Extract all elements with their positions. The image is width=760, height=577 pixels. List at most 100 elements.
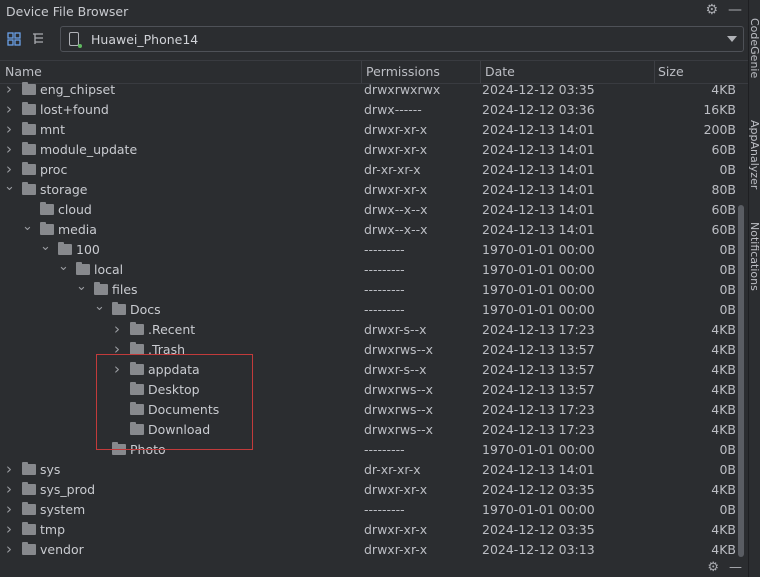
minimize-icon[interactable]: — [728,2,742,18]
folder-icon [22,502,36,515]
table-row[interactable]: › mnt drwxr-xr-x 2024-12-13 14:01 200B [0,120,740,140]
table-row[interactable]: › proc dr-xr-xr-x 2024-12-13 14:01 0B [0,160,740,180]
file-permissions: drwxrws--x [364,422,433,437]
table-row[interactable]: › tmp drwxr-xr-x 2024-12-12 03:35 4KB [0,520,740,540]
window-title: Device File Browser [6,3,129,19]
chevron-right-icon[interactable]: › [4,480,14,500]
chevron-right-icon[interactable]: › [4,540,14,560]
file-name: vendor [40,542,84,557]
file-name: Desktop [148,382,200,397]
file-size: 4KB [711,422,736,437]
folder-icon [40,222,54,235]
file-name: local [94,262,124,277]
folder-icon [130,422,144,435]
flatten-view-icon[interactable] [4,29,24,49]
table-row[interactable]: ⌄ 100 --------- 1970-01-01 00:00 0B [0,240,740,260]
file-date: 2024-12-13 14:01 [482,142,595,157]
table-row[interactable]: ⌄ local --------- 1970-01-01 00:00 0B [0,260,740,280]
table-row[interactable]: › sys_prod drwxr-xr-x 2024-12-12 03:35 4KB [0,480,740,500]
file-date: 1970-01-01 00:00 [482,282,595,297]
chevron-right-icon[interactable]: › [4,80,14,100]
chevron-down-icon[interactable]: ⌄ [94,300,105,320]
chevron-down-icon[interactable]: ⌄ [4,180,15,200]
file-size: 4KB [711,342,736,357]
folder-icon [130,382,144,395]
file-date: 2024-12-13 17:23 [482,322,595,337]
file-size: 0B [719,302,736,317]
file-size: 4KB [711,542,736,557]
file-permissions: --------- [364,282,405,297]
table-row[interactable]: cloud drwx--x--x 2024-12-13 14:01 60B [0,200,740,220]
chevron-right-icon[interactable]: › [4,460,14,480]
side-tool-strip: CodeGenie AppAnalyzer Notifications [748,0,760,577]
side-tab-appanalyzer[interactable]: AppAnalyzer [748,120,760,189]
file-permissions: drwx------ [364,102,422,117]
chevron-down-icon[interactable]: ⌄ [76,280,87,300]
chevron-right-icon[interactable]: › [112,340,122,360]
table-row[interactable]: › eng_chipset drwxrwxrwx 2024-12-12 03:35 4K… [0,80,740,100]
table-row[interactable]: › .Recent drwxr-s--x 2024-12-13 17:23 4KB [0,320,740,340]
chevron-right-icon[interactable]: › [112,320,122,340]
chevron-right-icon[interactable]: › [4,520,14,540]
file-permissions: --------- [364,262,405,277]
table-row[interactable]: Download drwxrws--x 2024-12-13 17:23 4KB [0,420,740,440]
chevron-right-icon[interactable]: › [112,360,122,380]
gear-icon[interactable]: ⚙ [707,560,719,575]
folder-icon [130,342,144,355]
file-name: .Trash [148,342,186,357]
file-permissions: drwxr-xr-x [364,482,428,497]
file-size: 0B [719,282,736,297]
chevron-down-icon[interactable] [727,36,737,42]
file-name: Docs [130,302,161,317]
file-date: 2024-12-12 03:36 [482,102,595,117]
table-row[interactable]: › system --------- 1970-01-01 00:00 0B [0,500,740,520]
table-row[interactable]: › .Trash drwxrws--x 2024-12-13 13:57 4KB [0,340,740,360]
gear-icon[interactable]: ⚙ [705,2,718,18]
table-row[interactable]: Desktop drwxrws--x 2024-12-13 13:57 4KB [0,380,740,400]
file-name: storage [40,182,88,197]
table-row[interactable]: Photo --------- 1970-01-01 00:00 0B [0,440,740,460]
file-size: 0B [719,442,736,457]
file-permissions: drwxr-xr-x [364,542,428,557]
file-size: 4KB [711,82,736,97]
file-name: system [40,502,86,517]
file-size: 4KB [711,362,736,377]
file-name: proc [40,162,68,177]
chevron-right-icon[interactable]: › [4,120,14,140]
phone-icon [69,32,82,48]
device-selector[interactable]: Huawei_Phone14 [60,26,744,52]
file-date: 1970-01-01 00:00 [482,242,595,257]
file-name: Documents [148,402,220,417]
chevron-down-icon[interactable]: ⌄ [40,240,51,260]
file-permissions: dr-xr-xr-x [364,162,421,177]
folder-icon [22,122,36,135]
chevron-right-icon[interactable]: › [4,100,14,120]
file-permissions: drwxr-xr-x [364,182,428,197]
side-tab-codegenie[interactable]: CodeGenie [748,18,760,78]
file-name: sys [40,462,61,477]
table-row[interactable]: Documents drwxrws--x 2024-12-13 17:23 4KB [0,400,740,420]
table-row[interactable]: › sys dr-xr-xr-x 2024-12-13 14:01 0B [0,460,740,480]
chevron-right-icon[interactable]: › [4,140,14,160]
side-tab-notifications[interactable]: Notifications [748,222,760,291]
minimize-icon[interactable]: — [729,560,742,575]
chevron-right-icon[interactable]: › [4,160,14,180]
file-date: 2024-12-13 13:57 [482,342,595,357]
table-row[interactable]: ⌄ Docs --------- 1970-01-01 00:00 0B [0,300,740,320]
table-row[interactable]: › module_update drwxr-xr-x 2024-12-13 14:01… [0,140,740,160]
table-row[interactable]: › appdata drwxr-s--x 2024-12-13 13:57 4KB [0,360,740,380]
file-permissions: drwx--x--x [364,222,428,237]
vertical-scrollbar[interactable] [738,205,744,557]
table-row[interactable]: ⌄ files --------- 1970-01-01 00:00 0B [0,280,740,300]
table-row[interactable]: › vendor drwxr-xr-x 2024-12-12 03:13 4KB [0,540,740,560]
chevron-right-icon[interactable]: › [4,500,14,520]
tree-view-icon[interactable] [28,29,48,49]
folder-icon [22,522,36,535]
table-row[interactable]: ⌄ storage drwxr-xr-x 2024-12-13 14:01 80B [0,180,740,200]
chevron-down-icon[interactable]: ⌄ [22,220,33,240]
file-permissions: drwxrws--x [364,342,433,357]
file-name: lost+found [40,102,109,117]
chevron-down-icon[interactable]: ⌄ [58,260,69,280]
table-row[interactable]: ⌄ media drwx--x--x 2024-12-13 14:01 60B [0,220,740,240]
table-row[interactable]: › lost+found drwx------ 2024-12-12 03:36 16K… [0,100,740,120]
